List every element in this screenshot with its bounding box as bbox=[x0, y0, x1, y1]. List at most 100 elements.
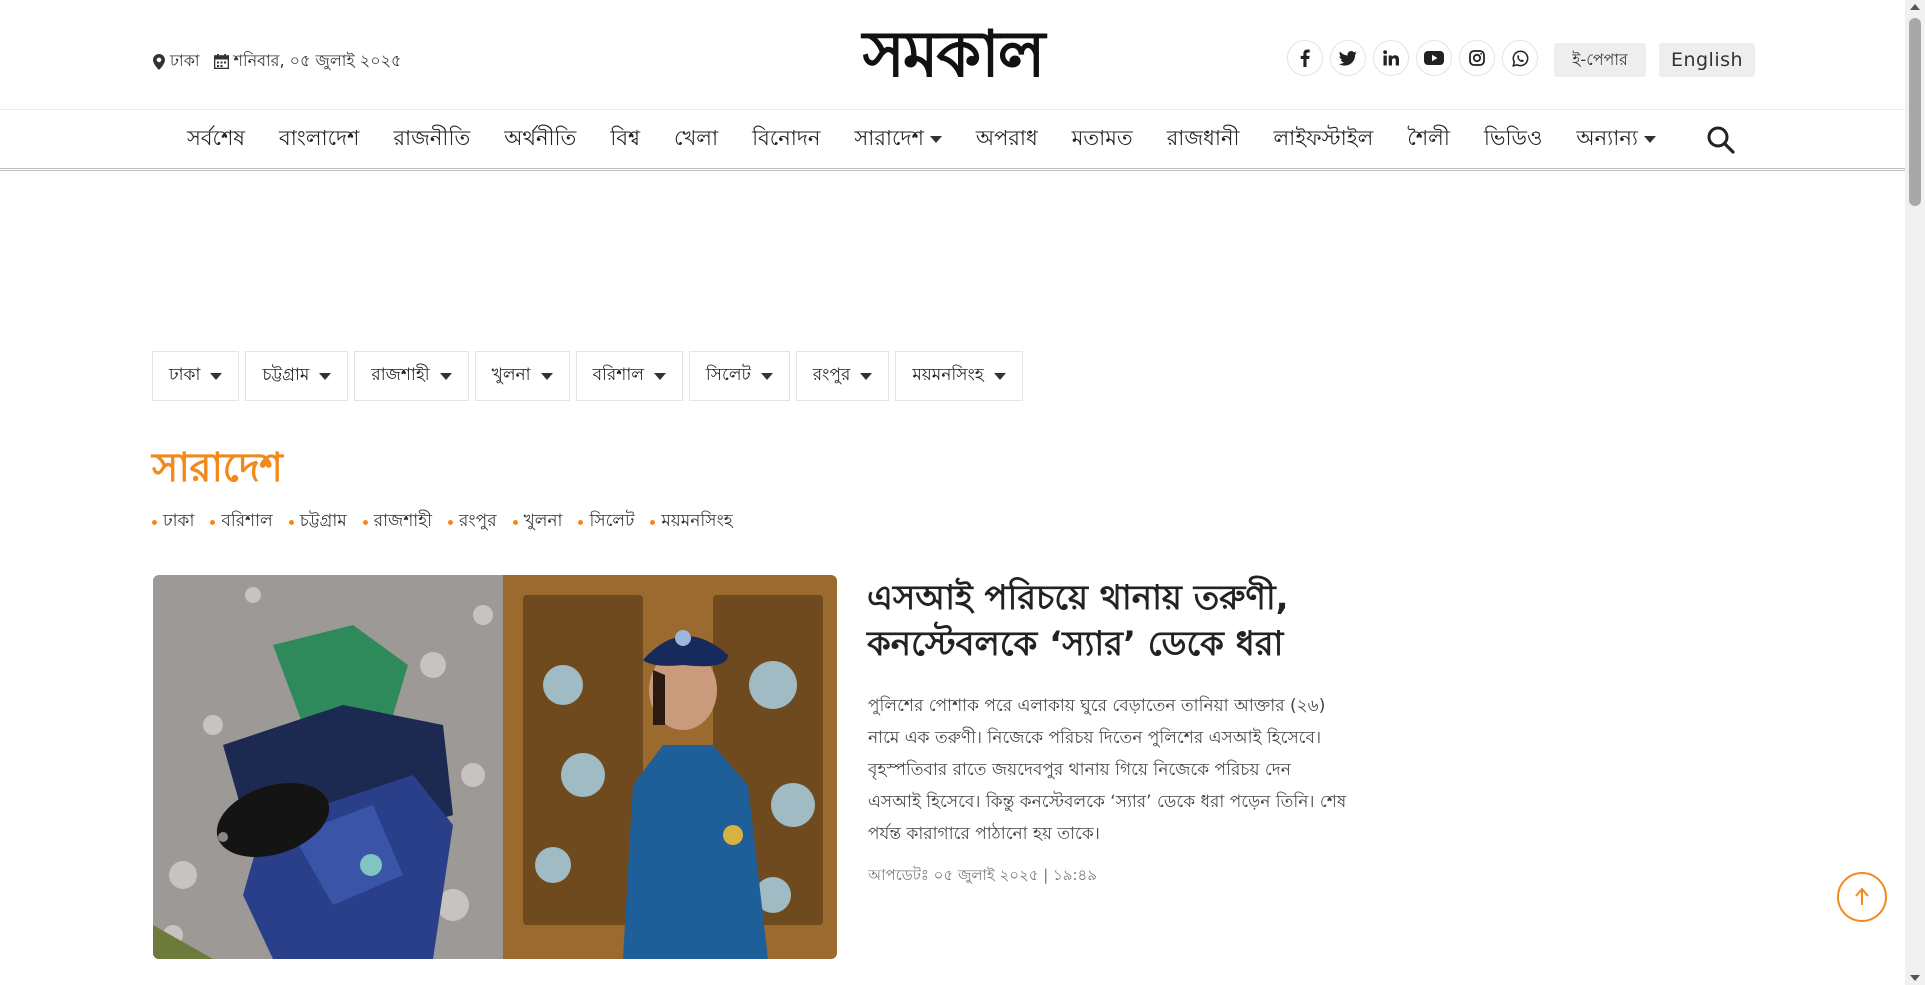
nav-label: রাজনীতি bbox=[393, 125, 471, 150]
chevron-down-icon bbox=[439, 372, 452, 380]
bullet-dot bbox=[578, 519, 584, 525]
english-button[interactable]: English bbox=[1659, 43, 1755, 77]
logo-text: সমকাল bbox=[861, 18, 1048, 88]
chevron-down-icon bbox=[1643, 135, 1656, 143]
subcategory-link[interactable]: চট্টগ্রাম bbox=[288, 508, 347, 536]
chevron-down-icon bbox=[929, 135, 942, 143]
nav-label: মতামত bbox=[1071, 125, 1133, 150]
division-label: রাজশাহী bbox=[371, 365, 430, 385]
division-label: সিলেট bbox=[705, 365, 751, 385]
subcategory-link[interactable]: ময়মনসিংহ bbox=[650, 508, 733, 536]
division-label: চট্টগ্রাম bbox=[262, 365, 310, 385]
division-label: ময়মনসিংহ bbox=[912, 365, 984, 385]
nav-label: লাইফস্টাইল bbox=[1273, 125, 1374, 150]
subcategory-label: রংপুর bbox=[459, 511, 497, 531]
chevron-down-icon bbox=[860, 372, 873, 380]
nav-label: ভিডিও bbox=[1483, 125, 1543, 150]
page-title: সারাদেশ bbox=[152, 445, 283, 491]
nav-item-crime[interactable]: অপরাধ bbox=[959, 122, 1055, 157]
nav-item-lifestyle[interactable]: লাইফস্টাইল bbox=[1257, 122, 1391, 157]
nav-item-shoili[interactable]: শৈলী bbox=[1390, 122, 1467, 157]
nav-item-politics[interactable]: রাজনীতি bbox=[376, 122, 487, 157]
nav-label: সর্বশেষ bbox=[187, 125, 246, 150]
nav-label: অন্যান্য bbox=[1576, 125, 1638, 150]
scroll-down-icon[interactable] bbox=[1910, 975, 1920, 981]
bullet-dot bbox=[362, 519, 368, 525]
arrow-up-icon bbox=[1855, 887, 1869, 905]
division-dropdown-rajshahi[interactable]: রাজশাহী bbox=[354, 351, 469, 401]
division-dropdown-sylhet[interactable]: সিলেট bbox=[688, 351, 790, 401]
location: ঢাকা bbox=[153, 48, 200, 75]
epaper-label: ই-পেপার bbox=[1572, 49, 1628, 69]
division-dropdown-chattogram[interactable]: চট্টগ্রাম bbox=[245, 351, 349, 401]
nav-item-latest[interactable]: সর্বশেষ bbox=[170, 122, 262, 157]
nav-item-world[interactable]: বিশ্ব bbox=[593, 122, 657, 157]
date-text: শনিবার, ০৫ জুলাই ২০২৫ bbox=[233, 51, 402, 70]
whatsapp-icon[interactable] bbox=[1502, 40, 1538, 76]
division-dropdown-khulna[interactable]: খুলনা bbox=[474, 351, 570, 401]
site-logo[interactable]: সমকাল bbox=[762, 17, 1144, 92]
division-dropdown-mymensingh[interactable]: ময়মনসিংহ bbox=[895, 351, 1023, 401]
nav-label: বিশ্ব bbox=[610, 125, 640, 150]
nav-label: রাজধানী bbox=[1166, 125, 1240, 150]
nav-item-countrywide[interactable]: সারাদেশ bbox=[837, 122, 959, 157]
search-icon[interactable] bbox=[1705, 124, 1737, 156]
bullet-dot bbox=[448, 519, 453, 525]
division-filter-bar: ঢাকা চট্টগ্রাম রাজশাহী খুলনা বরিশাল সিলে… bbox=[152, 351, 1023, 401]
lead-story-summary: পুলিশের পোশাক পরে এলাকায় ঘুরে বেড়াতেন … bbox=[868, 696, 1347, 844]
nav-item-opinion[interactable]: মতামত bbox=[1055, 122, 1150, 157]
map-pin-icon bbox=[153, 53, 165, 70]
location-text: ঢাকা bbox=[170, 51, 200, 70]
nav-item-entertainment[interactable]: বিনোদন bbox=[735, 122, 837, 157]
epaper-button[interactable]: ই-পেপার bbox=[1554, 43, 1646, 77]
location-date-bar: ঢাকা শনিবার, ০৫ জুলাই ২০২৫ bbox=[153, 48, 401, 75]
scroll-up-icon[interactable] bbox=[1910, 4, 1920, 10]
subcategory-label: ময়মনসিংহ bbox=[661, 511, 733, 531]
division-label: খুলনা bbox=[491, 365, 531, 385]
division-label: বরিশাল bbox=[592, 365, 644, 385]
bullet-dot bbox=[210, 519, 216, 525]
facebook-icon[interactable] bbox=[1287, 40, 1323, 76]
back-to-top-button[interactable] bbox=[1837, 872, 1887, 922]
linkedin-icon[interactable] bbox=[1373, 40, 1409, 76]
subcategory-label: চট্টগ্রাম bbox=[299, 511, 347, 531]
chevron-down-icon bbox=[653, 372, 666, 380]
ad-slot bbox=[0, 172, 1905, 322]
bullet-dot bbox=[288, 519, 294, 525]
subcategory-link[interactable]: সিলেট bbox=[578, 508, 634, 536]
subcategory-link[interactable]: খুলনা bbox=[512, 508, 563, 536]
chevron-down-icon bbox=[210, 372, 223, 380]
division-dropdown-dhaka[interactable]: ঢাকা bbox=[152, 351, 240, 401]
nav-item-video[interactable]: ভিডিও bbox=[1467, 122, 1560, 157]
twitter-icon[interactable] bbox=[1330, 40, 1366, 76]
subcategory-link[interactable]: রাজশাহী bbox=[362, 508, 432, 536]
subcategory-label: ঢাকা bbox=[163, 511, 195, 531]
bullet-dot bbox=[152, 519, 157, 525]
division-dropdown-rangpur[interactable]: রংপুর bbox=[795, 351, 890, 401]
nav-item-sports[interactable]: খেলা bbox=[657, 122, 735, 157]
youtube-icon[interactable] bbox=[1416, 40, 1452, 76]
subcategory-label: বরিশাল bbox=[221, 511, 273, 531]
subcategory-link[interactable]: ঢাকা bbox=[152, 508, 194, 536]
nav-label: অর্থনীতি bbox=[504, 125, 577, 150]
bullet-dot bbox=[512, 519, 518, 525]
page-scrollbar[interactable] bbox=[1905, 0, 1925, 985]
nav-item-bangladesh[interactable]: বাংলাদেশ bbox=[262, 122, 376, 157]
scrollbar-thumb[interactable] bbox=[1909, 18, 1921, 206]
subcategory-link[interactable]: বরিশাল bbox=[210, 508, 273, 536]
lead-story-title[interactable]: এসআই পরিচয়ে থানায় তরুণী, কনস্টেবলকে ‘স… bbox=[867, 575, 1347, 667]
nav-label: শৈলী bbox=[1407, 125, 1450, 150]
nav-label: অপরাধ bbox=[975, 125, 1038, 150]
lead-story-image[interactable] bbox=[153, 575, 837, 959]
chevron-down-icon bbox=[540, 372, 553, 380]
nav-item-others[interactable]: অন্যান্য bbox=[1559, 122, 1673, 157]
nav-item-capital[interactable]: রাজধানী bbox=[1150, 122, 1257, 157]
subcategory-label: খুলনা bbox=[523, 511, 563, 531]
calendar-icon bbox=[213, 54, 229, 69]
main-nav: সর্বশেষ বাংলাদেশ রাজনীতি অর্থনীতি বিশ্ব … bbox=[0, 109, 1905, 171]
subcategory-link[interactable]: রংপুর bbox=[448, 508, 497, 536]
nav-label: বাংলাদেশ bbox=[279, 125, 360, 150]
nav-item-economy[interactable]: অর্থনীতি bbox=[487, 122, 593, 157]
instagram-icon[interactable] bbox=[1459, 40, 1495, 76]
division-dropdown-barishal[interactable]: বরিশাল bbox=[575, 351, 683, 401]
